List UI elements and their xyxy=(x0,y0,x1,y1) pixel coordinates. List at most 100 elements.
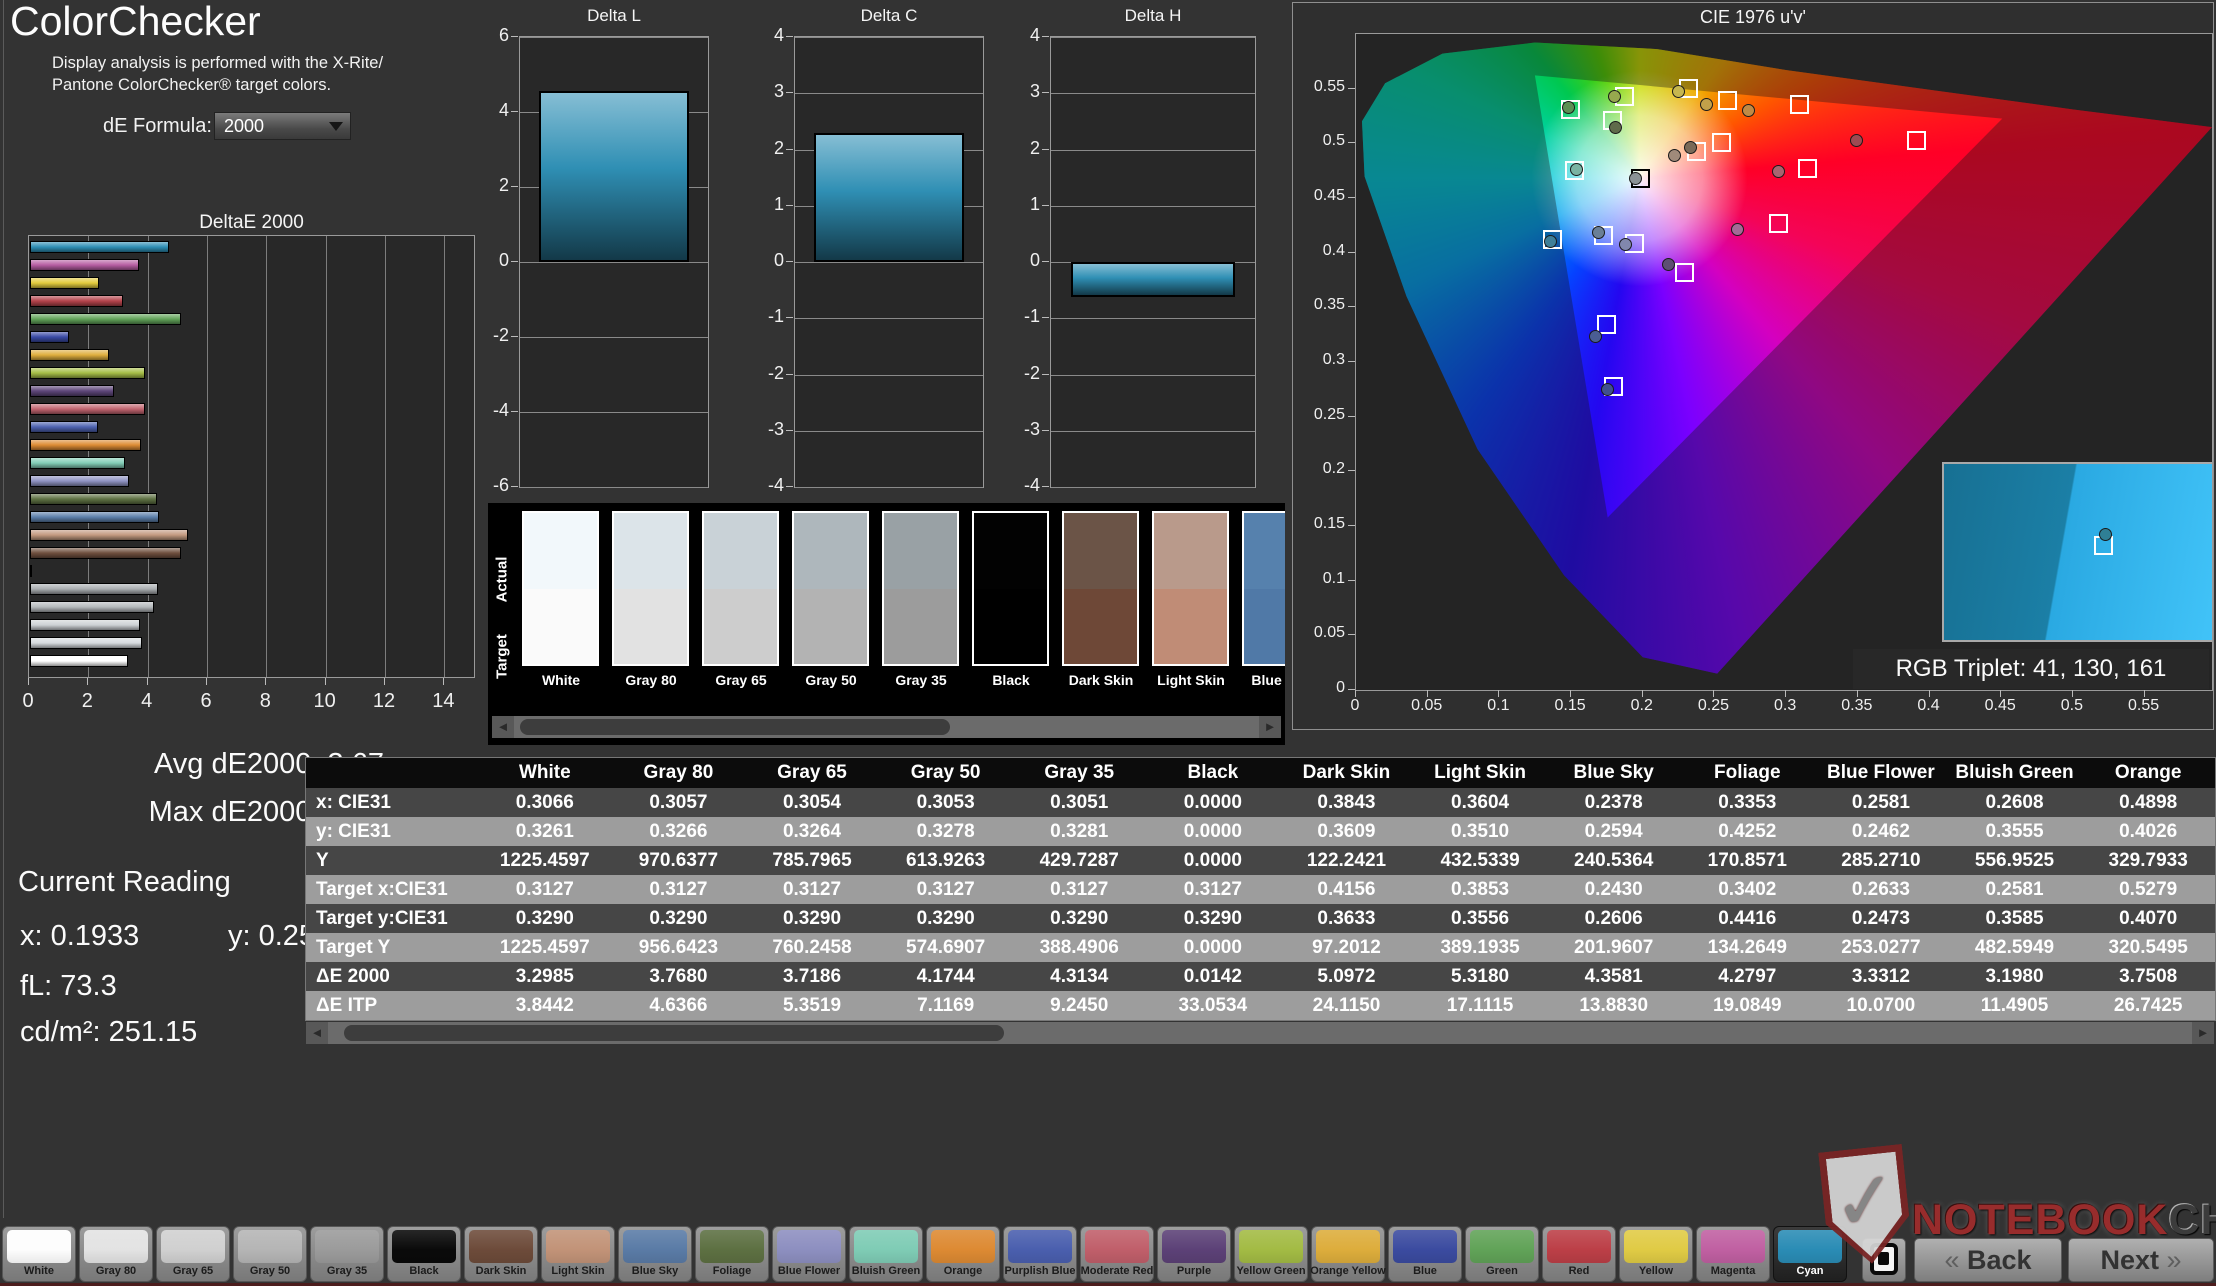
logo-text-check: CHECK xyxy=(2168,1196,2216,1244)
table-cell: 0.0000 xyxy=(1146,817,1280,846)
y-tick xyxy=(511,36,518,37)
actual-swatch xyxy=(614,513,687,589)
table-cell: 0.2608 xyxy=(1948,788,2082,817)
patch-color-chip xyxy=(1547,1230,1611,1263)
patch-label: Moderate Red xyxy=(1075,1265,1159,1277)
deltaC-bar xyxy=(814,133,964,262)
x-tick-label: 6 xyxy=(186,690,226,713)
cie-y-tick-label: 0.25 xyxy=(1301,406,1345,424)
table-scrollbar[interactable]: ◄ ► xyxy=(306,1022,2214,1044)
patch-color-chip xyxy=(777,1230,841,1263)
patch-button-gray-35[interactable]: Gray 35 xyxy=(310,1226,384,1282)
table-cell: 970.6377 xyxy=(612,846,746,875)
back-button[interactable]: « Back xyxy=(1914,1238,2062,1282)
deltae-bar-white xyxy=(30,655,128,667)
swatch-tile-blue-sky xyxy=(1242,511,1285,666)
patch-button-cyan[interactable]: Cyan xyxy=(1773,1226,1847,1282)
patch-button-green[interactable]: Green xyxy=(1465,1226,1539,1282)
cie-y-tick xyxy=(1348,689,1355,690)
deltae-chart xyxy=(28,235,475,678)
deltae-bar-purplish-blue xyxy=(30,421,98,433)
patch-button-red[interactable]: Red xyxy=(1542,1226,1616,1282)
patch-button-blue-flower[interactable]: Blue Flower xyxy=(772,1226,846,1282)
reading-fl: fL: 73.3 xyxy=(20,970,117,1003)
scroll-left-icon[interactable]: ◄ xyxy=(306,1022,328,1044)
patch-button-black[interactable]: Black xyxy=(387,1226,461,1282)
swatch-tile-label: Gray 80 xyxy=(606,672,696,688)
patch-button-yellow-green[interactable]: Yellow Green xyxy=(1234,1226,1308,1282)
table-cell: 0.2473 xyxy=(1814,904,1948,933)
patch-button-gray-50[interactable]: Gray 50 xyxy=(233,1226,307,1282)
table-cell: 0.3066 xyxy=(478,788,612,817)
table-cell: 26.7425 xyxy=(2081,991,2215,1020)
table-cell: 0.3510 xyxy=(1413,817,1547,846)
patch-button-orange[interactable]: Orange xyxy=(926,1226,1000,1282)
column-header: Blue Flower xyxy=(1814,758,1948,788)
scrollbar-thumb[interactable] xyxy=(520,719,950,735)
patch-button-bluish-green[interactable]: Bluish Green xyxy=(849,1226,923,1282)
custom-patch-button[interactable] xyxy=(1862,1238,1906,1282)
y-tick-label: 3 xyxy=(738,81,784,102)
deltae-x-axis: 02468101214 xyxy=(0,686,520,712)
patch-button-dark-skin[interactable]: Dark Skin xyxy=(464,1226,538,1282)
patch-button-orange-yellow[interactable]: Orange Yellow xyxy=(1311,1226,1385,1282)
scrollbar-thumb[interactable] xyxy=(344,1025,1004,1041)
table-cell: 5.0972 xyxy=(1280,962,1414,991)
actual-swatch xyxy=(794,513,867,589)
scroll-left-icon[interactable]: ◄ xyxy=(492,716,514,738)
patch-button-light-skin[interactable]: Light Skin xyxy=(541,1226,615,1282)
y-tick-label: 0 xyxy=(738,250,784,271)
x-tick-label: 12 xyxy=(364,690,404,713)
patch-button-blue[interactable]: Blue xyxy=(1388,1226,1462,1282)
swatch-strip-scrollbar[interactable]: ◄ ► xyxy=(492,716,1281,738)
y-tick-label: 6 xyxy=(463,25,509,46)
table-cell: 0.4252 xyxy=(1680,817,1814,846)
patch-button-gray-65[interactable]: Gray 65 xyxy=(156,1226,230,1282)
de-formula-dropdown[interactable]: 2000 xyxy=(214,112,351,140)
table-cell: 4.3134 xyxy=(1012,962,1146,991)
patch-button-blue-sky[interactable]: Blue Sky xyxy=(618,1226,692,1282)
y-tick xyxy=(1042,92,1049,93)
table-cell: 7.1169 xyxy=(879,991,1013,1020)
patch-button-purplish-blue[interactable]: Purplish Blue xyxy=(1003,1226,1077,1282)
table-cell: 0.3843 xyxy=(1280,788,1414,817)
measured-marker xyxy=(1592,226,1605,239)
table-cell: 0.2581 xyxy=(1948,875,2082,904)
gridline xyxy=(326,236,327,677)
cie-x-tick-label: 0 xyxy=(1333,697,1377,715)
scroll-right-icon[interactable]: ► xyxy=(1259,716,1281,738)
swatch-tile-dark-skin xyxy=(1062,511,1139,666)
swatch-tile-label: Gray 50 xyxy=(786,672,876,688)
table-cell: 4.1744 xyxy=(879,962,1013,991)
table-cell: 0.4416 xyxy=(1680,904,1814,933)
measured-marker xyxy=(1629,172,1642,185)
patch-button-moderate-red[interactable]: Moderate Red xyxy=(1080,1226,1154,1282)
actual-label: Actual xyxy=(494,540,511,620)
patch-button-yellow[interactable]: Yellow xyxy=(1619,1226,1693,1282)
deltae-bar-dark-skin xyxy=(30,547,181,559)
patch-button-white[interactable]: White xyxy=(2,1226,76,1282)
gridline xyxy=(520,37,708,38)
patch-button-gray-80[interactable]: Gray 80 xyxy=(79,1226,153,1282)
row-label: ΔE ITP xyxy=(306,991,478,1020)
table-cell: 0.0000 xyxy=(1146,846,1280,875)
deltae-bar-green xyxy=(30,313,181,325)
table-cell: 429.7287 xyxy=(1012,846,1146,875)
cie-x-tick xyxy=(2144,690,2145,697)
de-formula-value: 2000 xyxy=(224,116,264,136)
patch-button-foliage[interactable]: Foliage xyxy=(695,1226,769,1282)
column-header: Light Skin xyxy=(1413,758,1547,788)
y-tick xyxy=(786,430,793,431)
target-marker xyxy=(1712,133,1731,152)
patch-color-chip xyxy=(1624,1230,1688,1263)
patch-label: Yellow xyxy=(1614,1265,1698,1277)
target-marker xyxy=(1769,214,1788,233)
table-cell: 0.3127 xyxy=(1012,875,1146,904)
deltae-bar-gray-65 xyxy=(30,619,140,631)
target-marker xyxy=(1790,95,1809,114)
patch-button-magenta[interactable]: Magenta xyxy=(1696,1226,1770,1282)
next-button[interactable]: Next » xyxy=(2068,1238,2214,1282)
scroll-right-icon[interactable]: ► xyxy=(2192,1022,2214,1044)
table-cell: 0.3556 xyxy=(1413,904,1547,933)
patch-button-purple[interactable]: Purple xyxy=(1157,1226,1231,1282)
